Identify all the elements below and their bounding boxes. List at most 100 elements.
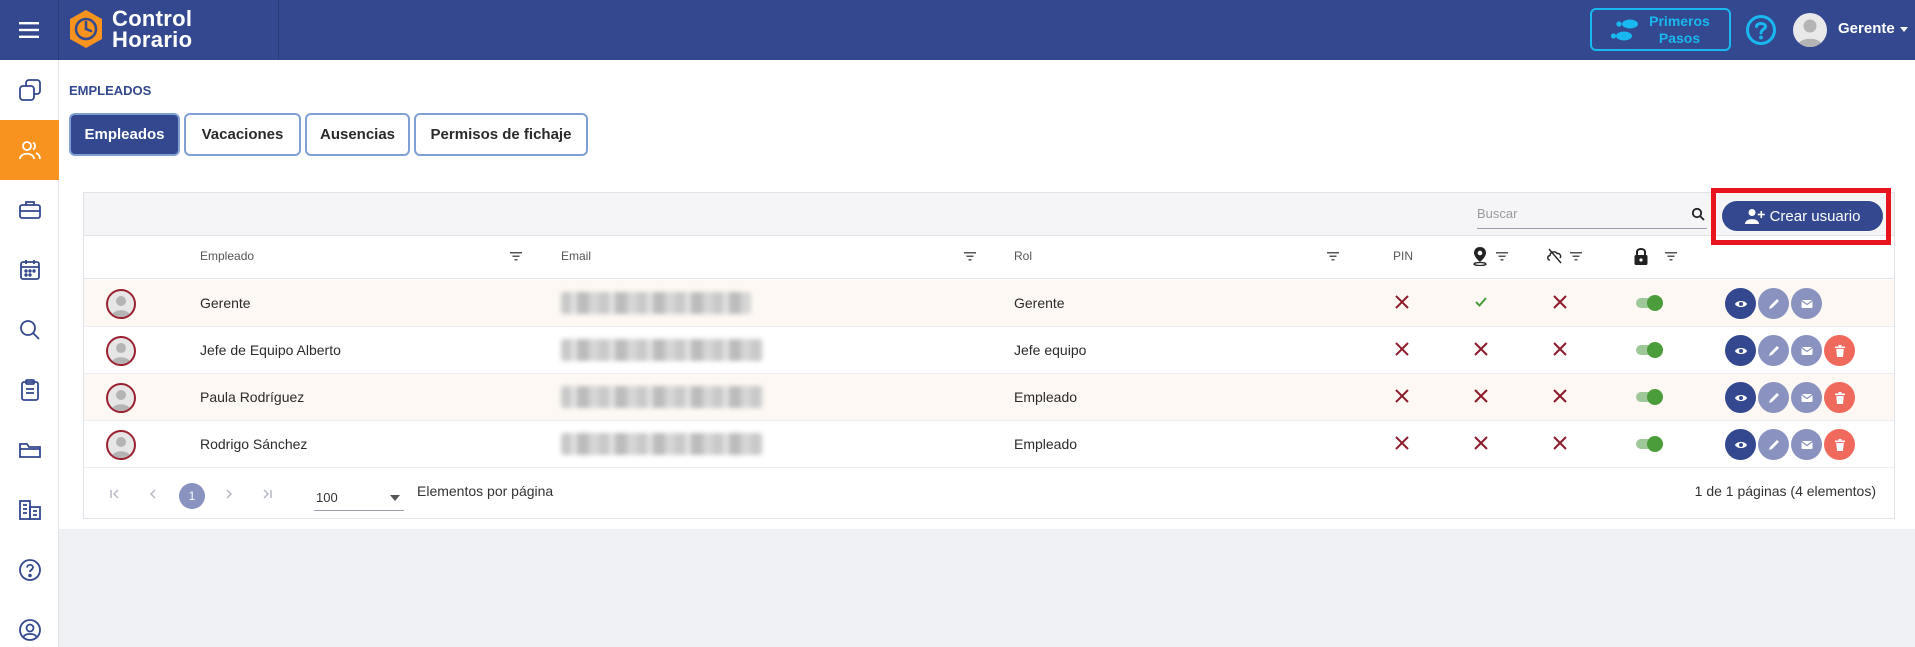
sidebar-item-help[interactable]: [0, 540, 59, 600]
envelope-icon: [1800, 440, 1813, 449]
tab-vacations[interactable]: Vacaciones: [184, 113, 301, 156]
cross-icon: [1553, 295, 1567, 309]
sidebar-item-copy[interactable]: [0, 60, 59, 120]
cloud-off-icon: [1547, 248, 1562, 264]
employees-table: Crear usuario Empleado Email Rol PIN: [83, 188, 1895, 519]
edit-button[interactable]: [1758, 288, 1789, 319]
tab-employees[interactable]: Empleados: [69, 113, 180, 156]
employee-role: Empleado: [1014, 389, 1078, 405]
column-header-pin[interactable]: PIN: [1393, 249, 1413, 263]
help-icon[interactable]: [1745, 14, 1777, 46]
page-size-value: 100: [316, 490, 338, 505]
sidebar-item-employees[interactable]: [0, 120, 59, 180]
first-steps-button[interactable]: Primeros Pasos: [1590, 8, 1731, 51]
envelope-icon: [1800, 299, 1813, 308]
page-number-current[interactable]: 1: [179, 483, 205, 509]
sidebar-item-company[interactable]: [0, 480, 59, 540]
brand-line-1: Control: [112, 6, 193, 31]
brand-name: Control Horario: [112, 6, 193, 52]
next-page-icon[interactable]: [222, 487, 236, 501]
active-toggle[interactable]: [1636, 295, 1664, 311]
eye-icon: [1734, 441, 1747, 448]
column-header-email[interactable]: Email: [561, 249, 591, 263]
table-row[interactable]: Gerente Gerente: [84, 280, 1894, 327]
view-button[interactable]: [1725, 335, 1756, 366]
employee-role: Empleado: [1014, 436, 1078, 452]
create-user-button[interactable]: Crear usuario: [1722, 201, 1883, 231]
table-row[interactable]: Paula Rodríguez Empleado: [84, 374, 1894, 421]
table-row[interactable]: Jefe de Equipo Alberto Jefe equipo: [84, 327, 1894, 374]
pagination-info: 1 de 1 páginas (4 elementos): [1694, 483, 1876, 499]
email-button[interactable]: [1791, 429, 1822, 460]
column-header-employee[interactable]: Empleado: [200, 249, 254, 263]
edit-button[interactable]: [1758, 335, 1789, 366]
table-row[interactable]: Rodrigo Sánchez Empleado: [84, 421, 1894, 468]
avatar: [106, 336, 136, 366]
filter-icon[interactable]: [1665, 251, 1677, 261]
hamburger-menu-button[interactable]: [0, 0, 59, 60]
delete-button[interactable]: [1824, 429, 1855, 460]
email-button[interactable]: [1791, 382, 1822, 413]
delete-button[interactable]: [1824, 382, 1855, 413]
tab-clock-permissions[interactable]: Permisos de fichaje: [414, 113, 588, 156]
active-toggle[interactable]: [1636, 389, 1664, 405]
sidebar-item-calendar[interactable]: [0, 240, 59, 300]
email-button[interactable]: [1791, 288, 1822, 319]
sidebar-item-reports[interactable]: [0, 360, 59, 420]
sidebar-item-documents[interactable]: [0, 420, 59, 480]
delete-button[interactable]: [1824, 335, 1855, 366]
table-header: Empleado Email Rol PIN: [84, 236, 1894, 279]
view-button[interactable]: [1725, 382, 1756, 413]
first-page-icon[interactable]: [108, 487, 122, 501]
user-avatar[interactable]: [1793, 13, 1827, 47]
email-redacted: [561, 433, 763, 455]
search-icon[interactable]: [1691, 207, 1705, 221]
sidebar-item-search[interactable]: [0, 300, 59, 360]
active-toggle[interactable]: [1636, 342, 1664, 358]
chevron-down-icon[interactable]: [1900, 27, 1908, 32]
view-button[interactable]: [1725, 288, 1756, 319]
clipboard-icon: [20, 379, 39, 401]
pencil-icon: [1768, 392, 1779, 403]
top-bar: Control Horario Primeros Pasos Gerente: [0, 0, 1915, 60]
sidebar-item-projects[interactable]: [0, 180, 59, 240]
search-icon: [19, 320, 40, 340]
first-steps-label: Primeros Pasos: [1640, 13, 1729, 47]
edit-button[interactable]: [1758, 382, 1789, 413]
filter-icon[interactable]: [1496, 251, 1508, 261]
filter-icon[interactable]: [1570, 251, 1582, 261]
brand-logo[interactable]: Control Horario: [68, 6, 193, 52]
pencil-icon: [1768, 439, 1779, 450]
column-header-role[interactable]: Rol: [1014, 249, 1032, 263]
lock-icon: [1634, 248, 1648, 265]
cross-icon: [1553, 389, 1567, 403]
view-button[interactable]: [1725, 429, 1756, 460]
edit-button[interactable]: [1758, 429, 1789, 460]
add-user-icon: [1744, 209, 1765, 224]
cross-icon: [1474, 342, 1488, 356]
create-user-label: Crear usuario: [1769, 207, 1861, 225]
last-page-icon[interactable]: [260, 487, 274, 501]
employee-name: Rodrigo Sánchez: [200, 436, 308, 452]
user-silhouette-icon: [111, 390, 131, 411]
filter-icon[interactable]: [1327, 251, 1339, 261]
help-icon: [18, 559, 41, 581]
buildings-icon: [18, 500, 41, 520]
main-content: EMPLEADOS Empleados Vacaciones Ausencias…: [59, 60, 1915, 529]
page-size-select[interactable]: 100: [314, 479, 404, 511]
first-steps-line-1: Primeros: [1649, 12, 1710, 29]
filter-icon[interactable]: [964, 251, 976, 261]
tab-absences[interactable]: Ausencias: [305, 113, 410, 156]
envelope-icon: [1800, 346, 1813, 355]
email-redacted: [561, 292, 751, 314]
active-toggle[interactable]: [1636, 436, 1664, 452]
page-title: EMPLEADOS: [69, 83, 152, 98]
brand-line-2: Horario: [112, 27, 193, 52]
filter-icon[interactable]: [510, 251, 522, 261]
email-button[interactable]: [1791, 335, 1822, 366]
user-menu[interactable]: Gerente: [1838, 20, 1895, 37]
sidebar-item-profile[interactable]: [0, 600, 59, 647]
prev-page-icon[interactable]: [146, 487, 160, 501]
search-input[interactable]: [1477, 199, 1677, 227]
search-field: [1477, 199, 1707, 229]
